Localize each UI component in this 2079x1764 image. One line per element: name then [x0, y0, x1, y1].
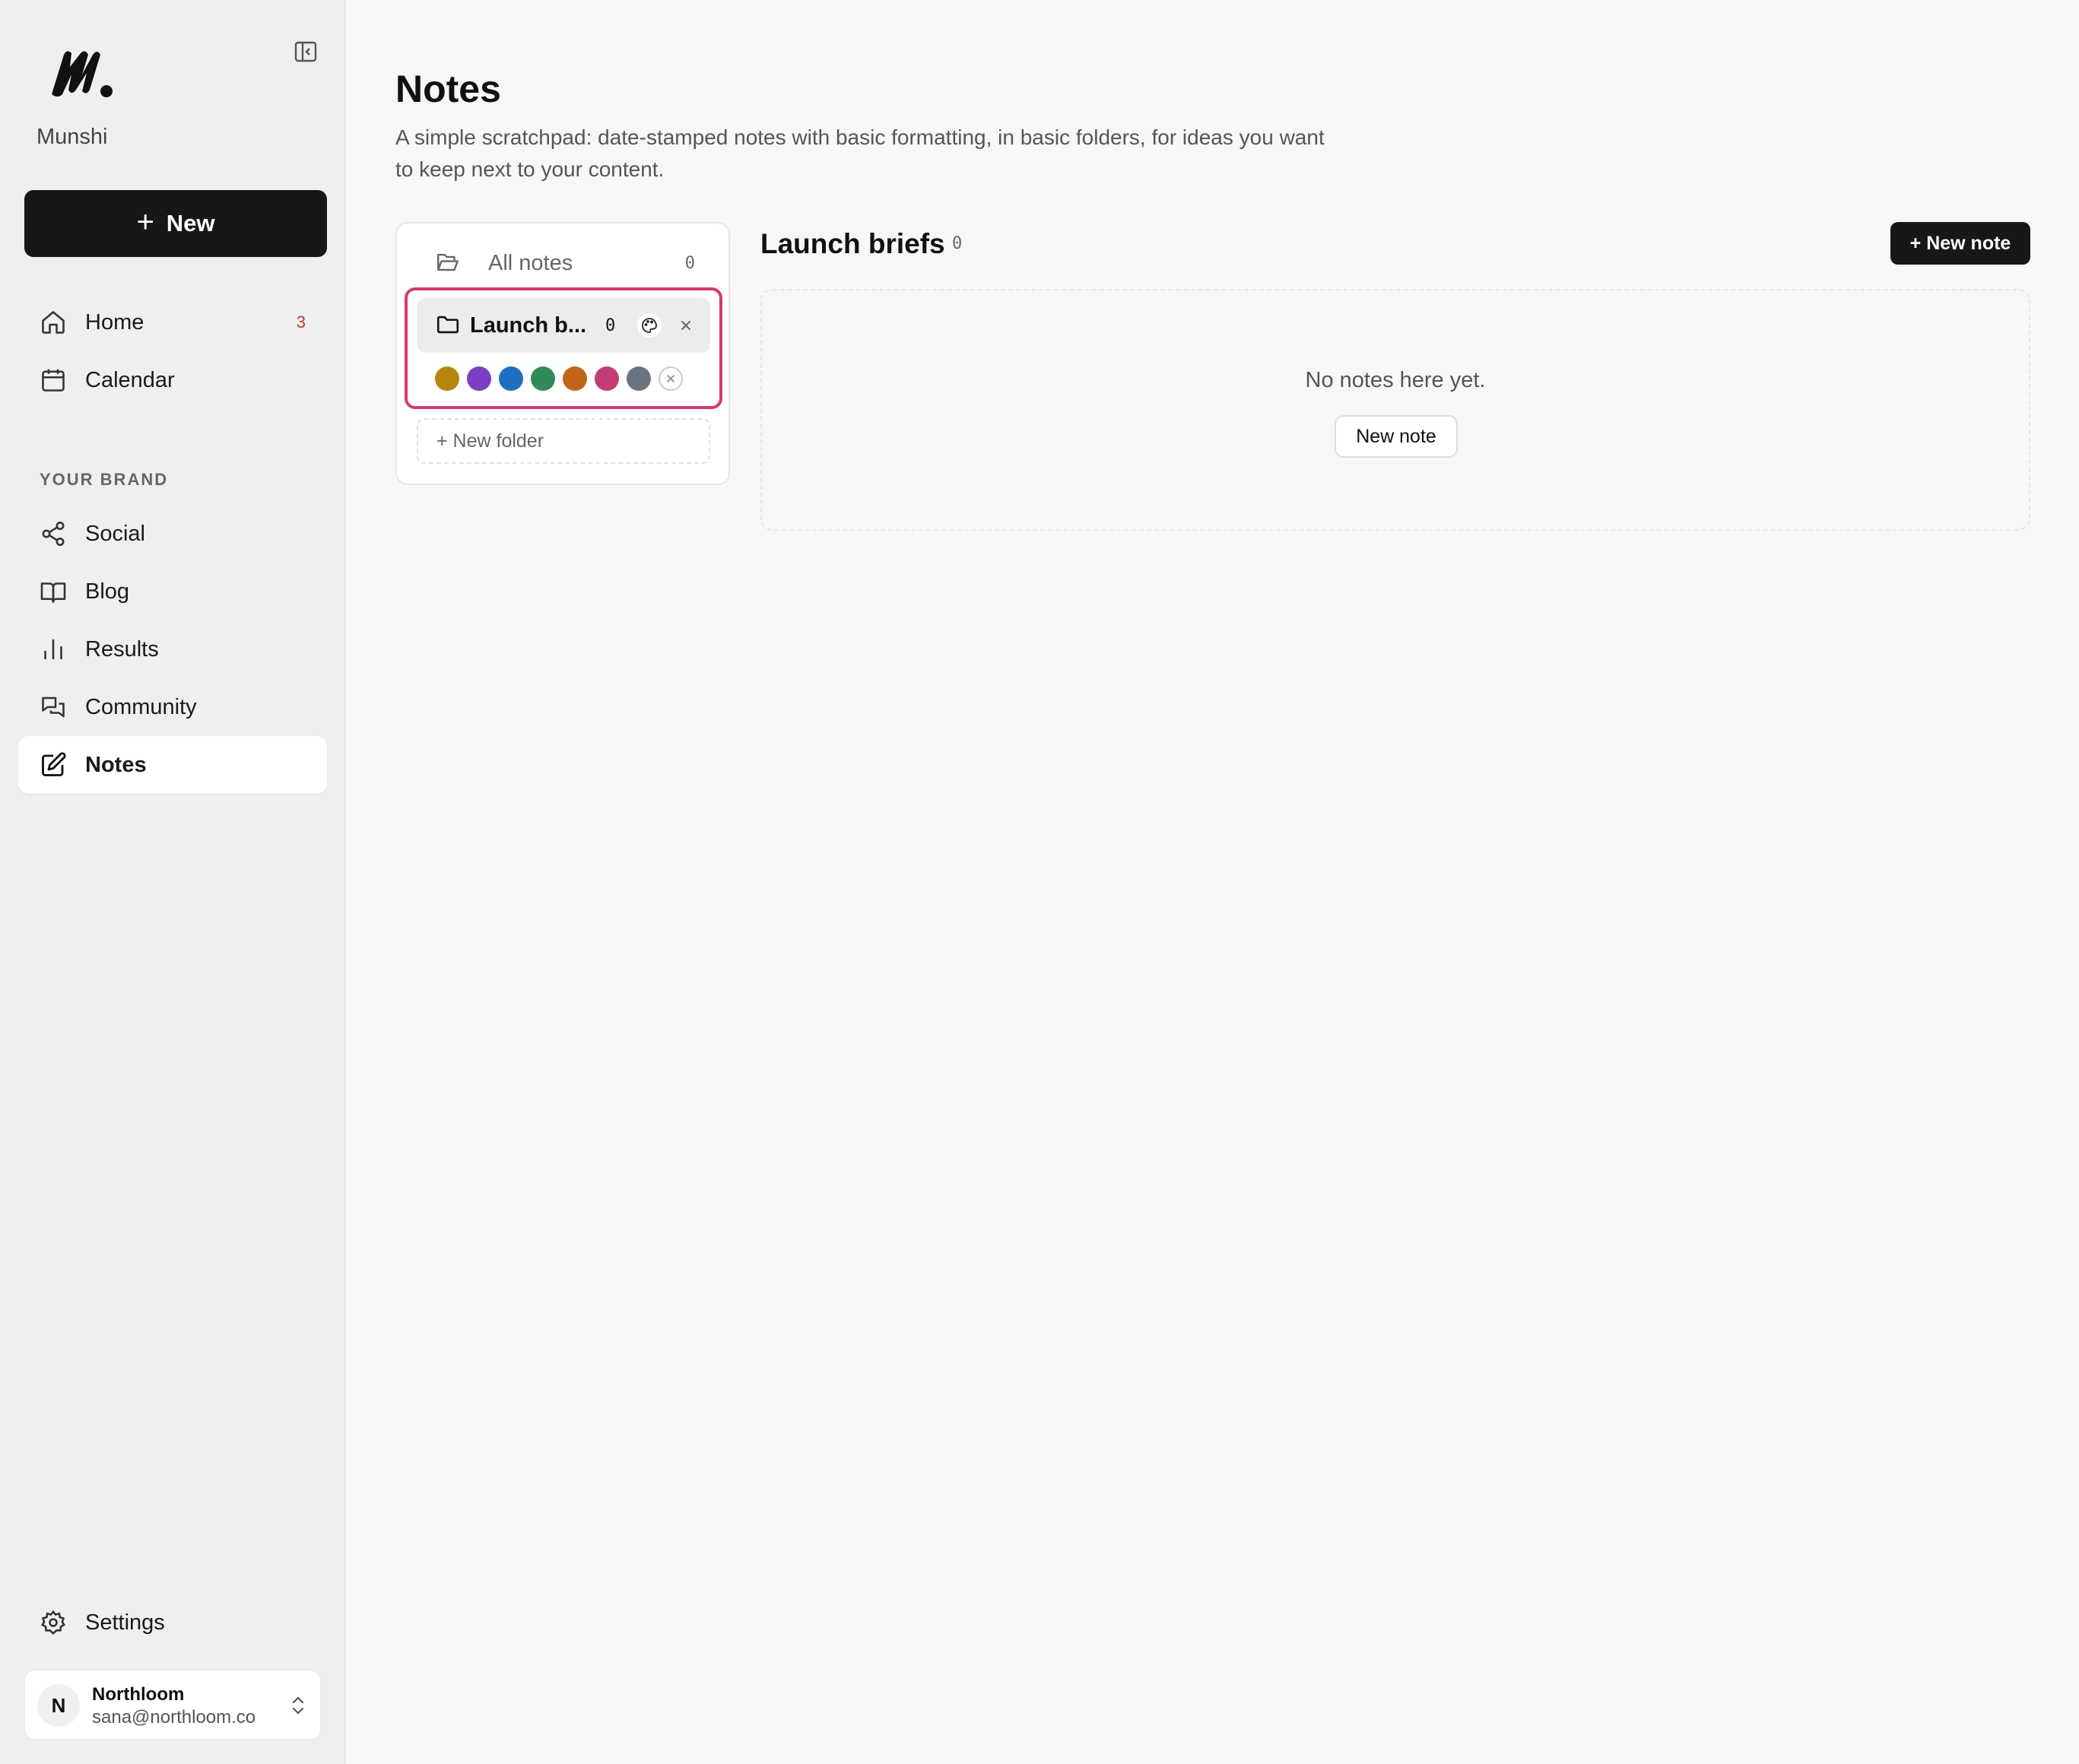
- chevron-up-down-icon: [290, 1693, 306, 1718]
- chat-icon: [40, 693, 67, 721]
- folder-launch-briefs[interactable]: Launch b... 0: [417, 298, 710, 353]
- folder-label: Launch b...: [470, 313, 587, 338]
- nav-item-label: Community: [85, 694, 197, 719]
- folder-count: 0: [605, 316, 616, 335]
- nav-item-label: Notes: [85, 752, 147, 777]
- folder-icon: [435, 312, 461, 338]
- home-badge: 3: [296, 313, 306, 332]
- empty-new-note-button[interactable]: New note: [1335, 415, 1458, 458]
- nav-item-label: Calendar: [85, 367, 175, 392]
- palette-icon[interactable]: [637, 313, 662, 338]
- plus-icon: +: [136, 205, 154, 239]
- nav-item-label: Home: [85, 309, 144, 335]
- new-button-label: New: [166, 210, 215, 236]
- nav-item-notes[interactable]: Notes: [18, 736, 327, 794]
- folders-panel: All notes 0 Launch b... 0 + New folder: [395, 222, 730, 485]
- nav-item-results[interactable]: Results: [18, 620, 327, 678]
- new-note-button[interactable]: + New note: [1890, 222, 2030, 265]
- color-swatch[interactable]: [627, 366, 651, 391]
- section-label: YOUR BRAND: [40, 470, 169, 489]
- color-swatch[interactable]: [435, 366, 459, 391]
- delete-folder-icon[interactable]: [674, 313, 698, 338]
- new-folder-button[interactable]: + New folder: [417, 418, 710, 464]
- bar-chart-icon: [40, 636, 67, 663]
- brand-name: Munshi: [37, 125, 108, 149]
- user-name: Northloom: [92, 1684, 185, 1705]
- clear-color-icon[interactable]: [659, 366, 683, 391]
- nav-item-label: Blog: [85, 579, 130, 604]
- page-title: Notes: [395, 68, 501, 110]
- account-switcher[interactable]: N Northloom sana@northloom.co: [24, 1670, 321, 1740]
- nav-item-label: Results: [85, 636, 159, 662]
- empty-state-text: No notes here yet.: [1305, 368, 1486, 392]
- color-swatches: [435, 366, 683, 391]
- folder-count: 0: [684, 253, 695, 273]
- folder-label: All notes: [488, 250, 573, 275]
- nav-item-label: Settings: [85, 1610, 165, 1635]
- nav-item-blog[interactable]: Blog: [18, 563, 327, 620]
- nav-item-social[interactable]: Social: [18, 505, 327, 563]
- folder-title: Launch briefs: [760, 228, 945, 259]
- calendar-icon: [40, 366, 67, 394]
- empty-state: No notes here yet. New note: [760, 289, 2030, 531]
- nav-item-community[interactable]: Community: [18, 678, 327, 736]
- avatar: N: [37, 1684, 80, 1727]
- home-icon: [40, 309, 67, 336]
- sidebar: Munshi + New Home 3 Calendar YOUR BRAND …: [0, 0, 346, 1764]
- nav-item-home[interactable]: Home 3: [18, 293, 327, 351]
- selected-folder-highlight: Launch b... 0: [405, 287, 722, 409]
- color-swatch[interactable]: [563, 366, 587, 391]
- nav-item-calendar[interactable]: Calendar: [18, 351, 327, 409]
- collapse-sidebar-icon[interactable]: [292, 40, 319, 64]
- color-swatch[interactable]: [595, 366, 619, 391]
- folder-note-count: 0: [952, 234, 963, 253]
- color-swatch[interactable]: [499, 366, 523, 391]
- nav-item-label: Social: [85, 521, 145, 546]
- book-icon: [40, 578, 67, 605]
- share-icon: [40, 520, 67, 547]
- page-description: A simple scratchpad: date-stamped notes …: [395, 125, 1325, 181]
- color-swatch[interactable]: [531, 366, 555, 391]
- munshi-logo[interactable]: [47, 44, 116, 100]
- nav-item-settings[interactable]: Settings: [18, 1594, 327, 1651]
- new-button[interactable]: + New: [24, 190, 327, 257]
- folder-open-icon: [435, 249, 461, 275]
- user-email: sana@northloom.co: [92, 1707, 256, 1728]
- edit-icon: [40, 751, 67, 779]
- folder-all-notes[interactable]: All notes 0: [415, 243, 712, 283]
- color-swatch[interactable]: [467, 366, 491, 391]
- gear-icon: [40, 1609, 67, 1636]
